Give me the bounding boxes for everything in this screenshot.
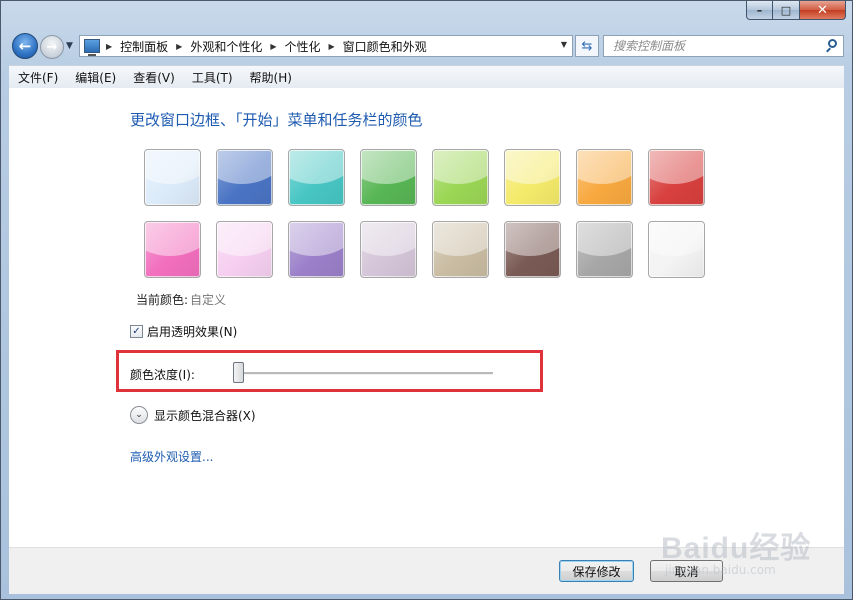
intensity-label: 颜色浓度(I):: [130, 368, 195, 382]
control-panel-icon: [84, 39, 100, 56]
window-frame: – □ ✕ ← → ▼ ▶ 控制面板 ▶ 外观和个性化 ▶ 个性化 ▶ 窗口颜色…: [0, 0, 853, 600]
search-box[interactable]: [603, 35, 844, 57]
checkbox-check-icon[interactable]: ✓: [130, 325, 143, 338]
color-swatch[interactable]: [432, 221, 489, 278]
breadcrumb: ▶ 控制面板 ▶ 外观和个性化 ▶ 个性化 ▶ 窗口颜色和外观: [106, 38, 427, 55]
color-swatch[interactable]: [360, 221, 417, 278]
current-color: 当前颜色: 自定义: [136, 291, 226, 308]
color-swatch[interactable]: [504, 221, 561, 278]
transparency-checkbox[interactable]: ✓ 启用透明效果(N): [130, 323, 237, 340]
color-swatch[interactable]: [648, 149, 705, 206]
breadcrumb-item[interactable]: 窗口颜色和外观: [343, 38, 427, 55]
menu-bar: 文件(F) 编辑(E) 查看(V) 工具(T) 帮助(H): [9, 65, 844, 89]
color-mixer-expander[interactable]: ⌄ 显示颜色混合器(X): [130, 406, 256, 424]
watermark-logo: Baidu经验: [661, 532, 812, 565]
color-swatch[interactable]: [288, 221, 345, 278]
color-swatch[interactable]: [144, 221, 201, 278]
breadcrumb-item[interactable]: 控制面板: [120, 38, 168, 55]
content-pane: 更改窗口边框、「开始」菜单和任务栏的颜色 当前颜色: 自定义 ✓ 启用透明效果(N…: [9, 88, 844, 547]
color-swatch[interactable]: [648, 221, 705, 278]
color-swatch[interactable]: [432, 149, 489, 206]
baidu-watermark: Baidu经验 jingyan.baidu.com: [657, 513, 847, 583]
menu-view[interactable]: 查看(V): [124, 69, 183, 86]
search-input[interactable]: [611, 38, 815, 54]
page-title: 更改窗口边框、「开始」菜单和任务栏的颜色: [130, 111, 423, 129]
color-swatch[interactable]: [144, 149, 201, 206]
color-swatch[interactable]: [576, 149, 633, 206]
recent-pages-button[interactable]: ▼: [66, 41, 73, 51]
menu-help[interactable]: 帮助(H): [241, 69, 300, 86]
search-icon[interactable]: [828, 39, 837, 48]
forward-button[interactable]: →: [40, 35, 64, 59]
arrow-left-icon: ←: [18, 37, 32, 55]
breadcrumb-item[interactable]: 个性化: [285, 38, 321, 55]
address-dropdown-icon[interactable]: ▼: [561, 40, 567, 49]
transparency-label: 启用透明效果(N): [147, 325, 238, 339]
watermark-url: jingyan.baidu.com: [665, 563, 776, 577]
color-swatch[interactable]: [504, 149, 561, 206]
color-swatch[interactable]: [360, 149, 417, 206]
navigation-bar: ← → ▼ ▶ 控制面板 ▶ 外观和个性化 ▶ 个性化 ▶ 窗口颜色和外观 ▼ …: [9, 33, 846, 61]
minimize-button[interactable]: –: [746, 1, 773, 20]
color-swatch[interactable]: [216, 221, 273, 278]
menu-tools[interactable]: 工具(T): [183, 69, 241, 86]
back-button[interactable]: ←: [12, 33, 38, 59]
advanced-appearance-link[interactable]: 高级外观设置...: [130, 448, 213, 465]
refresh-button[interactable]: ⇆: [575, 35, 599, 57]
title-bar[interactable]: – □ ✕: [1, 1, 852, 31]
color-swatch[interactable]: [216, 149, 273, 206]
breadcrumb-separator-icon[interactable]: ▶: [270, 42, 276, 51]
caption-buttons: – □ ✕: [746, 1, 846, 20]
refresh-icon: ⇆: [581, 38, 593, 54]
minimize-icon: –: [756, 3, 763, 17]
save-button[interactable]: 保存修改: [559, 560, 634, 582]
menu-edit[interactable]: 编辑(E): [66, 69, 124, 86]
chevron-down-icon: ▼: [66, 41, 73, 51]
breadcrumb-item[interactable]: 外观和个性化: [190, 38, 262, 55]
address-bar[interactable]: ▶ 控制面板 ▶ 外观和个性化 ▶ 个性化 ▶ 窗口颜色和外观 ▼: [79, 35, 573, 57]
arrow-right-icon: →: [46, 39, 58, 55]
chevron-down-icon[interactable]: ⌄: [130, 406, 148, 424]
color-mixer-label: 显示颜色混合器(X): [154, 408, 256, 423]
intensity-slider-track[interactable]: [237, 372, 493, 375]
current-color-label: 当前颜色:: [136, 293, 189, 307]
current-color-value: 自定义: [190, 293, 227, 307]
breadcrumb-separator-icon[interactable]: ▶: [329, 42, 335, 51]
maximize-icon: □: [780, 3, 792, 17]
color-swatch[interactable]: [288, 149, 345, 206]
close-button[interactable]: ✕: [800, 1, 846, 20]
color-swatch[interactable]: [576, 221, 633, 278]
breadcrumb-separator-icon[interactable]: ▶: [176, 42, 182, 51]
breadcrumb-separator-icon[interactable]: ▶: [106, 42, 112, 51]
menu-file[interactable]: 文件(F): [9, 69, 66, 86]
close-icon: ✕: [817, 2, 828, 18]
maximize-button[interactable]: □: [773, 1, 800, 20]
intensity-slider-thumb[interactable]: [233, 362, 244, 383]
